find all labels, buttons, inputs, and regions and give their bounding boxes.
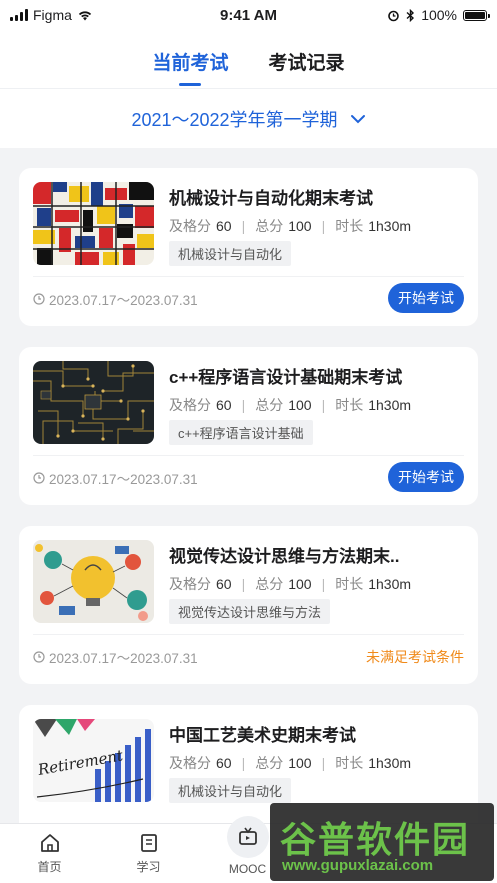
watermark-text: 谷普软件园 (280, 820, 471, 861)
start-exam-button[interactable]: 开始考试 (388, 283, 464, 313)
tab-exam-records[interactable]: 考试记录 (269, 48, 345, 88)
course-tag: 机械设计与自动化 (169, 241, 292, 266)
total-score-label: 总分 (255, 218, 284, 234)
pass-score-value: 60 (216, 397, 232, 413)
clock-icon (33, 472, 45, 484)
total-score-value: 100 (288, 218, 312, 234)
battery-icon (463, 9, 490, 21)
pass-score-value: 60 (216, 755, 232, 771)
pass-score-value: 60 (216, 218, 232, 234)
course-tag: 机械设计与自动化 (169, 778, 292, 803)
alarm-icon (388, 10, 399, 21)
exam-meta: 及格分 60 | 总分 100 | 时长 1h30m (169, 397, 412, 413)
pass-score-label: 及格分 (169, 755, 211, 771)
pass-score-label: 及格分 (169, 576, 211, 592)
total-score-label: 总分 (255, 397, 284, 413)
duration-value: 1h30m (368, 218, 412, 234)
exam-date: 2023.07.17～2023.07.31 (33, 647, 198, 667)
exam-title: 中国工艺美术史期末考试 (169, 726, 356, 745)
duration-label: 时长 (335, 218, 364, 234)
exam-meta: 及格分 60 | 总分 100 | 时长 1h30m (169, 576, 412, 592)
duration-value: 1h30m (368, 397, 412, 413)
bluetooth-icon (406, 8, 415, 22)
clock: 9:41 AM (220, 6, 277, 24)
wifi-icon (78, 11, 92, 21)
exam-tabs: 当前考试 考试记录 (0, 30, 497, 88)
tab-current-exams[interactable]: 当前考试 (152, 48, 228, 88)
total-score-label: 总分 (255, 576, 284, 592)
circuit-board-image (33, 361, 154, 444)
divider (33, 455, 464, 456)
tv-icon (238, 827, 257, 845)
course-tag: c++程序语言设计基础 (169, 420, 313, 445)
chevron-down-icon (350, 114, 365, 123)
watermark-url: www.gupuxlazai.com (282, 857, 434, 874)
watermark-logo: 谷普软件园 www.gupuxlazai.com (270, 803, 494, 881)
course-tag: 视觉传达设计思维与方法 (169, 599, 331, 624)
nav-home-label: 首页 (37, 860, 62, 874)
total-score-value: 100 (288, 755, 312, 771)
duration-value: 1h30m (368, 576, 412, 592)
pass-score-label: 及格分 (169, 218, 211, 234)
exam-condition-status: 未满足考试条件 (366, 649, 464, 665)
clock-icon (33, 293, 45, 305)
signal-icon (10, 9, 28, 21)
exam-meta: 及格分 60 | 总分 100 | 时长 1h30m (169, 755, 412, 771)
clock-icon (33, 651, 45, 663)
exam-card[interactable]: 视觉传达设计思维与方法期末.. 及格分 60 | 总分 100 | 时长 1h30m … (19, 526, 478, 684)
duration-label: 时长 (335, 755, 364, 771)
total-score-label: 总分 (255, 755, 284, 771)
battery-percent: 100% (421, 7, 457, 23)
nav-mooc-label: MOOC (228, 862, 267, 876)
total-score-value: 100 (288, 397, 312, 413)
mondrian-image (33, 182, 154, 265)
divider (33, 634, 464, 635)
semester-label: 2021～2022学年第一学期 (131, 109, 338, 130)
divider (33, 276, 464, 277)
semester-selector[interactable]: 2021～2022学年第一学期 (0, 88, 497, 148)
book-icon (140, 834, 157, 852)
status-bar: Figma 9:41 AM 100% (0, 0, 497, 30)
home-icon (40, 834, 59, 852)
carrier-label: Figma (33, 7, 72, 23)
total-score-value: 100 (288, 576, 312, 592)
duration-value: 1h30m (368, 755, 412, 771)
exam-title: c++程序语言设计基础期末考试 (169, 368, 403, 387)
nav-home[interactable]: 首页 (0, 824, 99, 883)
pass-score-label: 及格分 (169, 397, 211, 413)
exam-meta: 及格分 60 | 总分 100 | 时长 1h30m (169, 218, 412, 234)
exam-date-text: 2023.07.17～2023.07.31 (49, 293, 198, 308)
exam-title: 视觉传达设计思维与方法期末.. (169, 547, 400, 566)
exam-date: 2023.07.17～2023.07.31 (33, 468, 198, 488)
exam-title: 机械设计与自动化期末考试 (169, 189, 373, 208)
duration-label: 时长 (335, 397, 364, 413)
exam-date: 2023.07.17～2023.07.31 (33, 289, 198, 309)
pass-score-value: 60 (216, 576, 232, 592)
exam-card[interactable]: 机械设计与自动化期末考试 及格分 60 | 总分 100 | 时长 1h30m 机械设… (19, 168, 478, 326)
exam-date-text: 2023.07.17～2023.07.31 (49, 651, 198, 666)
nav-study[interactable]: 学习 (99, 824, 198, 883)
exam-date-text: 2023.07.17～2023.07.31 (49, 472, 198, 487)
lightbulb-image (33, 540, 154, 623)
duration-label: 时长 (335, 576, 364, 592)
nav-study-label: 学习 (136, 860, 161, 874)
exam-card[interactable]: c++程序语言设计基础期末考试 及格分 60 | 总分 100 | 时长 1h30m … (19, 347, 478, 505)
start-exam-button[interactable]: 开始考试 (388, 462, 464, 492)
retirement-chart-image: Retirement (33, 719, 154, 802)
